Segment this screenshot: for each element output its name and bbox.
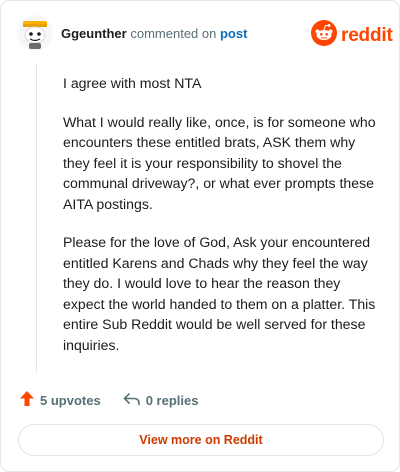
comment-paragraph: Please for the love of God, Ask your enc… xyxy=(63,234,376,353)
comment-paragraph: What I would really like, once, is for s… xyxy=(63,113,376,212)
embedded-comment-card: Ggeunther commented on post reddit I agr… xyxy=(0,0,400,472)
thread-line xyxy=(36,63,37,373)
view-more-button[interactable]: View more on Reddit xyxy=(18,424,384,456)
comment-header: Ggeunther commented on post xyxy=(61,26,247,42)
username[interactable]: Ggeunther xyxy=(61,26,127,41)
post-link[interactable]: post xyxy=(220,26,247,41)
reddit-logo-icon xyxy=(311,20,337,51)
brand-name: reddit xyxy=(341,24,393,46)
reply-count: 0 replies xyxy=(145,392,199,408)
comment-body: I agree with most NTA What I would reall… xyxy=(63,73,381,373)
reddit-brand[interactable]: reddit xyxy=(311,20,393,51)
reply-arrow-icon xyxy=(123,392,141,409)
upvote-arrow-icon[interactable] xyxy=(19,390,35,410)
replies-button[interactable]: 0 replies xyxy=(123,392,199,409)
comment-paragraph: I agree with most NTA xyxy=(63,75,202,91)
comment-actions: 5 upvotes 0 replies xyxy=(19,390,198,410)
upvote-count: 5 upvotes xyxy=(40,392,101,408)
commented-on-text: commented on xyxy=(130,26,217,41)
upvote-button[interactable]: 5 upvotes xyxy=(19,390,101,410)
snoo-avatar-icon[interactable] xyxy=(17,15,53,51)
